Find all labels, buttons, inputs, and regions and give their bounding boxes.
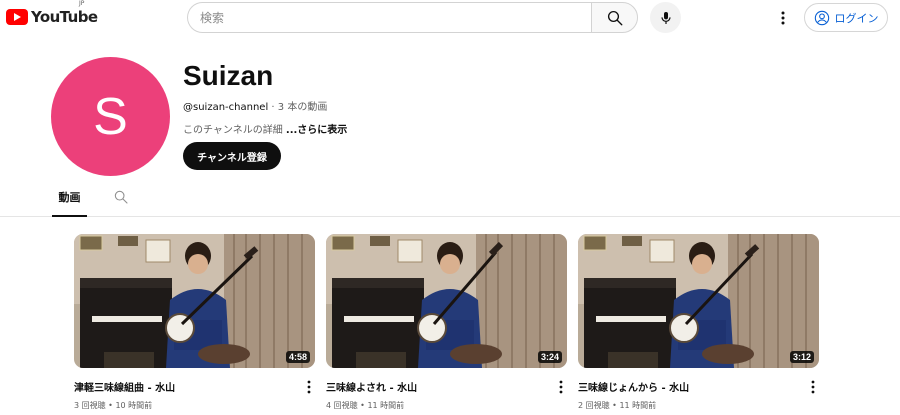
mic-icon xyxy=(660,11,671,24)
search-box xyxy=(187,2,638,33)
video-title[interactable]: 津軽三味線組曲 - 水山 xyxy=(74,379,175,394)
voice-search-button[interactable] xyxy=(650,2,681,33)
video-count: 3 本の動画 xyxy=(277,102,328,113)
stats-separator: • xyxy=(609,401,620,410)
video-stats: 3 回視聴 • 10 時間前 xyxy=(74,400,152,411)
more-vert-icon xyxy=(811,380,815,394)
video-menu-button[interactable] xyxy=(555,378,567,396)
account-icon xyxy=(814,10,829,25)
show-more-link[interactable]: ...さらに表示 xyxy=(286,125,347,136)
youtube-play-icon xyxy=(6,9,28,25)
channel-handle: @suizan-channel xyxy=(183,102,269,113)
video-card[interactable]: 4:58 津軽三味線組曲 - 水山 3 回視聴 • 10 時間前 xyxy=(74,234,315,410)
channel-search-button[interactable] xyxy=(111,187,131,207)
video-stats: 4 回視聴 • 11 時間前 xyxy=(326,400,404,411)
subscribe-button[interactable]: チャンネル登録 xyxy=(183,142,281,170)
logo-text: YouTube xyxy=(31,8,98,26)
search-icon xyxy=(607,10,622,25)
search-input[interactable] xyxy=(187,2,591,33)
view-count: 3 回視聴 xyxy=(74,401,106,410)
view-count: 4 回視聴 xyxy=(326,401,358,410)
video-card[interactable]: 3:24 三味線よされ - 水山 4 回視聴 • 11 時間前 xyxy=(326,234,567,410)
settings-menu-button[interactable] xyxy=(773,8,793,28)
meta-separator: · xyxy=(268,102,278,113)
youtube-logo[interactable]: YouTube xyxy=(6,8,98,26)
channel-meta: @suizan-channel · 3 本の動画 xyxy=(183,98,327,113)
tab-videos[interactable]: 動画 xyxy=(52,189,87,217)
search-button[interactable] xyxy=(591,2,638,33)
video-duration: 4:58 xyxy=(285,351,310,363)
description-text: このチャンネルの詳細 xyxy=(183,125,286,136)
video-thumbnail[interactable]: 3:24 xyxy=(326,234,567,368)
video-title[interactable]: 三味線じょんから - 水山 xyxy=(578,379,689,394)
top-bar: YouTube JP ログイン xyxy=(0,0,900,36)
video-menu-button[interactable] xyxy=(807,378,819,396)
more-vert-icon xyxy=(307,380,311,394)
region-label: JP xyxy=(79,0,85,7)
channel-name: Suizan xyxy=(183,60,274,91)
channel-avatar[interactable]: S xyxy=(51,57,170,176)
stats-separator: • xyxy=(105,401,116,410)
video-title[interactable]: 三味線よされ - 水山 xyxy=(326,379,417,394)
view-count: 2 回視聴 xyxy=(578,401,610,410)
video-duration: 3:24 xyxy=(537,351,562,363)
channel-tabs: 動画 xyxy=(0,183,900,217)
more-vert-icon xyxy=(781,11,785,25)
video-card[interactable]: 3:12 三味線じょんから - 水山 2 回視聴 • 11 時間前 xyxy=(578,234,819,410)
stats-separator: • xyxy=(357,401,368,410)
video-menu-button[interactable] xyxy=(303,378,315,396)
video-thumbnail[interactable]: 3:12 xyxy=(578,234,819,368)
video-stats: 2 回視聴 • 11 時間前 xyxy=(578,400,656,411)
channel-description[interactable]: このチャンネルの詳細 ...さらに表示 xyxy=(183,121,347,136)
login-label: ログイン xyxy=(834,11,879,25)
upload-age: 10 時間前 xyxy=(115,401,153,410)
login-button[interactable]: ログイン xyxy=(804,3,888,32)
upload-age: 11 時間前 xyxy=(619,401,657,410)
upload-age: 11 時間前 xyxy=(367,401,405,410)
more-vert-icon xyxy=(559,380,563,394)
video-duration: 3:12 xyxy=(789,351,814,363)
avatar-letter: S xyxy=(93,87,128,146)
search-icon xyxy=(114,190,128,204)
video-thumbnail[interactable]: 4:58 xyxy=(74,234,315,368)
